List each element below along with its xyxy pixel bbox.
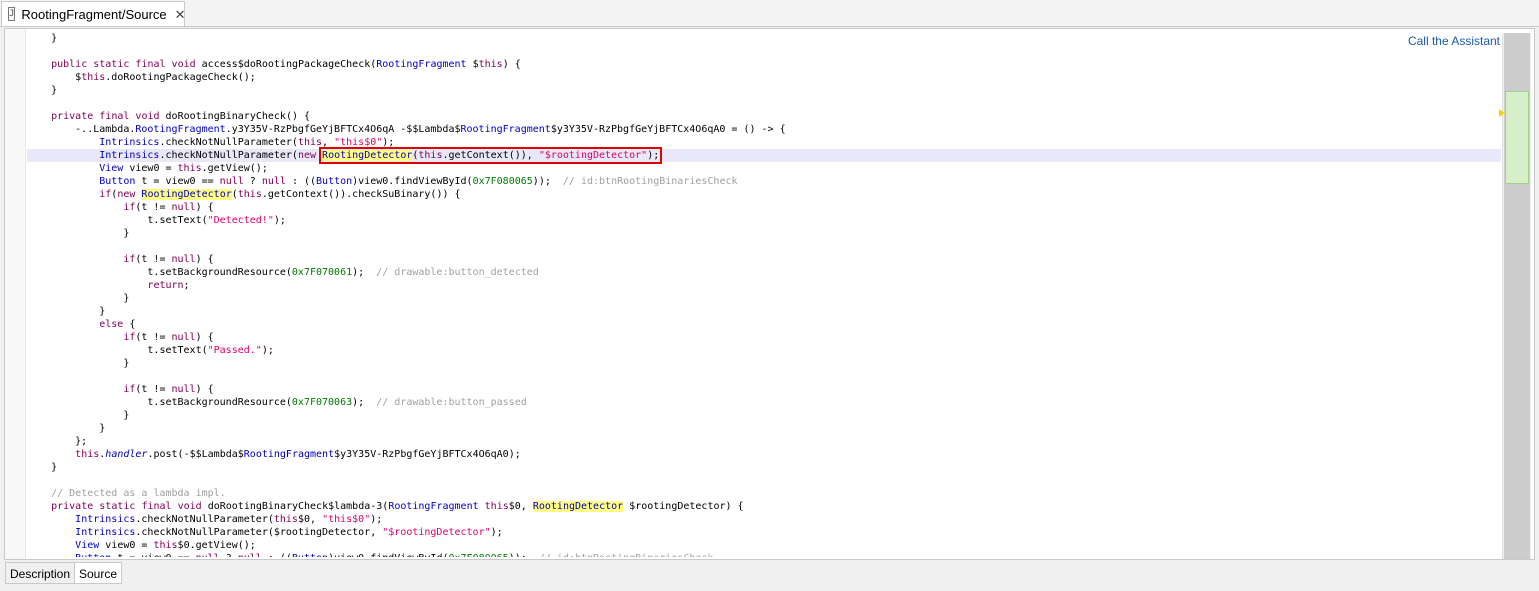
code-line[interactable]: Intrinsics.checkNotNullParameter(this, "… <box>27 136 1501 149</box>
source-code-area[interactable]: } public static final void access$doRoot… <box>27 32 1501 557</box>
code-editor[interactable]: } public static final void access$doRoot… <box>4 28 1535 560</box>
code-line[interactable]: $this.doRootingPackageCheck(); <box>27 71 1501 84</box>
current-line-marker-icon <box>1499 109 1505 117</box>
code-line[interactable]: // Detected as a lambda impl. <box>27 487 1501 500</box>
tab-description[interactable]: Description <box>5 562 76 584</box>
editor-tab-bar: J RootingFragment/Source ✕ <box>0 0 1539 27</box>
code-line[interactable]: } <box>27 305 1501 318</box>
code-line[interactable]: } <box>27 292 1501 305</box>
code-line[interactable]: } <box>27 357 1501 370</box>
close-icon[interactable]: ✕ <box>175 8 186 21</box>
code-line[interactable]: this.handler.post(-$$Lambda$RootingFragm… <box>27 448 1501 461</box>
java-file-icon: J <box>8 7 16 21</box>
code-line[interactable]: else { <box>27 318 1501 331</box>
code-line[interactable]: } <box>27 409 1501 422</box>
code-line[interactable]: }; <box>27 435 1501 448</box>
code-line[interactable]: return; <box>27 279 1501 292</box>
code-line[interactable]: Intrinsics.checkNotNullParameter(new Roo… <box>27 147 1501 164</box>
tab-rooting-fragment-source[interactable]: J RootingFragment/Source ✕ <box>1 1 186 26</box>
code-line[interactable]: View view0 = this$0.getView(); <box>27 539 1501 552</box>
code-line[interactable]: Button t = view0 == null ? null : ((Butt… <box>27 175 1501 188</box>
code-line[interactable]: Intrinsics.checkNotNullParameter($rootin… <box>27 526 1501 539</box>
code-line[interactable]: t.setBackgroundResource(0x7F070063); // … <box>27 396 1501 409</box>
tab-source[interactable]: Source <box>74 562 123 584</box>
code-line[interactable]: Intrinsics.checkNotNullParameter(this$0,… <box>27 513 1501 526</box>
code-line[interactable]: if(t != null) { <box>27 253 1501 266</box>
code-line[interactable] <box>27 97 1501 110</box>
code-line[interactable]: if(new RootingDetector(this.getContext()… <box>27 188 1501 201</box>
tab-title: RootingFragment/Source <box>21 6 167 22</box>
code-line[interactable]: View view0 = this.getView(); <box>27 162 1501 175</box>
code-line[interactable]: t.setText("Detected!"); <box>27 214 1501 227</box>
highlighted-expression: RootingDetector(this.getContext()), "$ro… <box>319 147 663 164</box>
code-line[interactable]: -..Lambda.RootingFragment.y3Y35V-RzPbgfG… <box>27 123 1501 136</box>
code-line[interactable]: if(t != null) { <box>27 331 1501 344</box>
code-line[interactable]: } <box>27 461 1501 474</box>
code-line[interactable]: if(t != null) { <box>27 201 1501 214</box>
code-line[interactable]: private final void doRootingBinaryCheck(… <box>27 110 1501 123</box>
call-assistant-link[interactable]: Call the Assistant <box>1407 34 1500 48</box>
code-line[interactable] <box>27 45 1501 58</box>
code-line[interactable]: t.setBackgroundResource(0x7F070061); // … <box>27 266 1501 279</box>
code-line[interactable]: public static final void access$doRootin… <box>27 58 1501 71</box>
code-line[interactable]: private static final void doRootingBinar… <box>27 500 1501 513</box>
code-line[interactable]: } <box>27 227 1501 240</box>
code-line[interactable]: t.setText("Passed."); <box>27 344 1501 357</box>
code-line[interactable]: } <box>27 84 1501 97</box>
code-line[interactable] <box>27 370 1501 383</box>
overview-ruler-region[interactable] <box>1505 91 1529 184</box>
code-line[interactable] <box>27 240 1501 253</box>
editor-gutter <box>5 29 26 559</box>
code-line[interactable]: } <box>27 32 1501 45</box>
code-line[interactable] <box>27 474 1501 487</box>
code-line[interactable]: Button t = view0 == null ? null : ((Butt… <box>27 552 1501 557</box>
code-line[interactable]: } <box>27 422 1501 435</box>
bottom-tab-bar: Description Source <box>4 561 1535 586</box>
code-line[interactable]: if(t != null) { <box>27 383 1501 396</box>
